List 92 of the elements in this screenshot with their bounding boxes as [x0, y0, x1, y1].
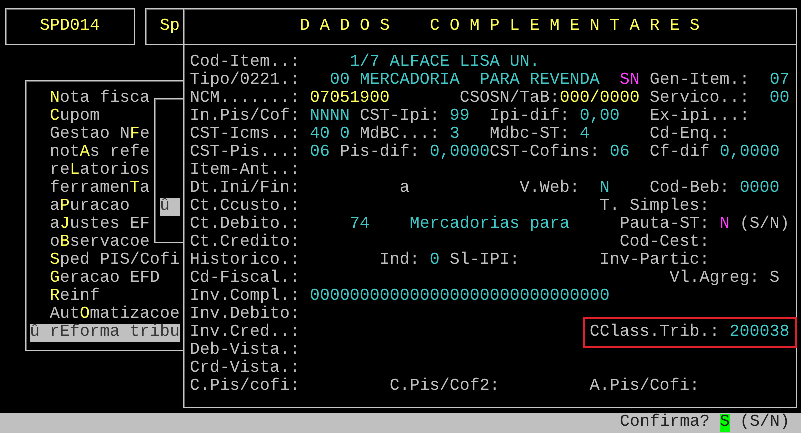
- field-text: Servico..:: [650, 89, 750, 108]
- field-text: Cod-Cest:: [620, 233, 710, 252]
- field-text: 40 0: [310, 125, 350, 144]
- field-text: 000000000000000000000000000000: [310, 287, 610, 306]
- menu-item[interactable]: Gestao NFe: [30, 126, 150, 144]
- field-text: Mercadorias para: [410, 215, 570, 234]
- program-label: Sp: [160, 18, 180, 36]
- field-text: Ind:: [380, 251, 420, 270]
- field-text: Cf-dif: [650, 143, 710, 162]
- field-text: Mdbc-ST:: [490, 125, 570, 144]
- field-text: 06: [310, 143, 330, 162]
- field-text: S: [770, 269, 780, 288]
- field-text: A.Pis/Cofi:: [590, 377, 700, 396]
- field-text: Deb-Vista.:: [190, 341, 300, 360]
- menu-item[interactable]: AutOmatizacoe: [30, 306, 180, 324]
- menu-item[interactable]: oBservacoe: [30, 234, 150, 252]
- field-text: 0,00: [580, 107, 620, 126]
- field-text: Dt.Ini/Fin:: [190, 179, 300, 198]
- field-text: Pauta-ST:: [620, 215, 710, 234]
- field-text: Item-Ant..:: [190, 161, 300, 180]
- field-text: Ct.Credito:: [190, 233, 300, 252]
- menu-item[interactable]: Sped PIS/Cofi: [30, 252, 180, 270]
- field-text: V.Web:: [520, 179, 580, 198]
- field-text: CST-Icms..:: [190, 125, 300, 144]
- field-text: 0,0000: [720, 143, 780, 162]
- menu-item[interactable]: aPuracao: [30, 198, 130, 216]
- field-text: Sl-IPI:: [450, 251, 520, 270]
- field-text: Ipi-dif:: [490, 107, 570, 126]
- field-text: NNNN: [310, 107, 350, 126]
- field-text: 00 MERCADORIA PARA REVENDA: [330, 71, 600, 90]
- field-text: Inv.Cred..:: [190, 323, 300, 342]
- menu-item[interactable]: Geracao EFD: [30, 270, 160, 288]
- field-text: 1/7 ALFACE LISA UN.: [350, 53, 540, 72]
- field-text: 07051900: [310, 89, 390, 108]
- field-text: 4: [580, 125, 590, 144]
- field-text: T. Simples:: [600, 197, 710, 216]
- field-text: C.Pis/cofi:: [190, 377, 300, 396]
- field-text: Cod-Beb:: [650, 179, 730, 198]
- menu-item[interactable]: Cupom: [30, 108, 100, 126]
- field-text: (S/N): [740, 215, 790, 234]
- field-text: MdBC...:: [360, 125, 440, 144]
- menu-item[interactable]: reLatorios: [30, 162, 150, 180]
- confirm-prompt: Confirma?: [620, 414, 710, 432]
- field-text: 000/0000: [560, 89, 640, 108]
- field-text: 0000: [740, 179, 780, 198]
- menu-item[interactable]: û rEforma tribu: [30, 324, 180, 342]
- field-text: Cod-Item..:: [190, 53, 300, 72]
- field-text: 99: [450, 107, 470, 126]
- field-text: Pis-dif:: [340, 143, 420, 162]
- menu-item[interactable]: aJ ustes EF: [30, 216, 150, 234]
- cursor-marker: û: [160, 198, 180, 216]
- field-text: CST-Cofins:: [490, 143, 600, 162]
- field-text: SN: [620, 71, 640, 90]
- field-text: CST-Ipi:: [360, 107, 440, 126]
- menu-item[interactable]: ferramenTa: [30, 180, 150, 198]
- field-text: 200038: [730, 323, 790, 342]
- field-text: 06: [610, 143, 630, 162]
- field-text: Inv.Debito:: [190, 305, 300, 324]
- field-text: Tipo/0221.:: [190, 71, 300, 90]
- field-text: Ct.Ccusto.:: [190, 197, 300, 216]
- menu-item[interactable]: Nota fisca: [30, 90, 150, 108]
- field-text: N: [600, 179, 610, 198]
- field-text: 3: [450, 125, 460, 144]
- answer-options: (S/N): [740, 414, 790, 432]
- field-text: 74: [350, 215, 370, 234]
- field-text: Vl.Agreg:: [670, 269, 760, 288]
- field-text: Ct.Debito.:: [190, 215, 300, 234]
- field-text: NCM.......:: [190, 89, 300, 108]
- field-text: 07: [770, 71, 790, 90]
- field-text: CSOSN/TaB:: [460, 89, 560, 108]
- menu-item[interactable]: notAs refe: [30, 144, 150, 162]
- field-text: Crd-Vista.:: [190, 359, 300, 378]
- field-text: 0,0000: [430, 143, 490, 162]
- field-text: Inv-Partic:: [600, 251, 710, 270]
- field-text: Ex-ipi...:: [650, 107, 750, 126]
- field-text: 00: [770, 89, 790, 108]
- field-text: Cd-Enq.:: [650, 125, 730, 144]
- field-text: N: [720, 215, 730, 234]
- field-text: Cd-Fiscal.:: [190, 269, 300, 288]
- field-text: CST-Pis...:: [190, 143, 300, 162]
- field-text: In.Pis/Cof:: [190, 107, 300, 126]
- field-text: a: [400, 179, 410, 198]
- menu-item[interactable]: Reinf: [30, 288, 100, 306]
- field-text: CClass.Trib.:: [590, 323, 720, 342]
- field-text: 0: [430, 251, 440, 270]
- field-text: C.Pis/Cof2:: [390, 377, 500, 396]
- field-text: Inv.Compl.:: [190, 287, 300, 306]
- dialog-title: D A D O S C O M P L E M E N T A R E S: [300, 17, 700, 36]
- program-label: SPD014: [40, 18, 100, 36]
- field-text: Gen-Item.:: [650, 71, 750, 90]
- answer-field[interactable]: S: [720, 414, 730, 432]
- field-text: Historico.:: [190, 251, 300, 270]
